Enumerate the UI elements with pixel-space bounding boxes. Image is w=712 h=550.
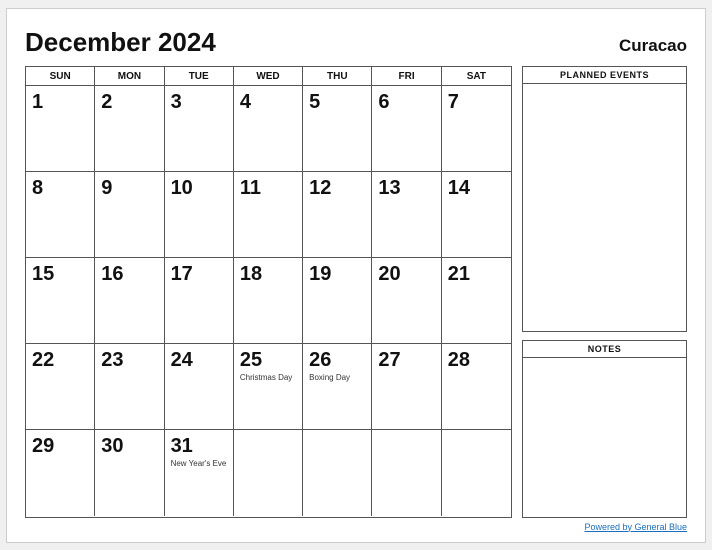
day-cell: 27 (372, 344, 441, 430)
day-number: 29 (32, 435, 88, 457)
day-cell: 8 (26, 172, 95, 258)
calendar-section: SUNMONTUEWEDTHUFRISAT 123456789101112131… (25, 66, 512, 518)
day-cell: 4 (234, 86, 303, 172)
footer-link[interactable]: Powered by General Blue (584, 522, 687, 532)
day-cell: 29 (26, 430, 95, 516)
day-cell: 10 (165, 172, 234, 258)
day-event: New Year's Eve (171, 459, 227, 469)
day-headers: SUNMONTUEWEDTHUFRISAT (26, 67, 511, 86)
day-cell: 21 (442, 258, 511, 344)
planned-events-box: PLANNED EVENTS (522, 66, 687, 332)
day-cell: 25 Christmas Day (234, 344, 303, 430)
day-number: 30 (101, 435, 157, 457)
day-cell (442, 430, 511, 516)
day-header: FRI (372, 67, 441, 85)
day-cell: 7 (442, 86, 511, 172)
day-number: 18 (240, 263, 296, 285)
day-number: 31 (171, 435, 227, 457)
day-number: 11 (240, 177, 296, 199)
day-cell: 17 (165, 258, 234, 344)
day-number: 26 (309, 349, 365, 371)
day-number: 15 (32, 263, 88, 285)
notes-title: NOTES (523, 341, 686, 358)
location: Curacao (619, 36, 687, 56)
day-cell: 12 (303, 172, 372, 258)
day-number: 21 (448, 263, 505, 285)
day-cell: 23 (95, 344, 164, 430)
day-cell: 14 (442, 172, 511, 258)
day-event: Boxing Day (309, 373, 365, 383)
day-cell: 1 (26, 86, 95, 172)
day-number: 5 (309, 91, 365, 113)
page: December 2024 Curacao SUNMONTUEWEDTHUFRI… (6, 8, 706, 543)
day-cell (372, 430, 441, 516)
planned-events-title: PLANNED EVENTS (523, 67, 686, 84)
day-number: 17 (171, 263, 227, 285)
day-cell: 15 (26, 258, 95, 344)
day-header: SAT (442, 67, 511, 85)
footer: Powered by General Blue (25, 522, 687, 532)
day-number: 13 (378, 177, 434, 199)
day-cell: 26 Boxing Day (303, 344, 372, 430)
day-cell: 19 (303, 258, 372, 344)
day-header: WED (234, 67, 303, 85)
main-area: SUNMONTUEWEDTHUFRISAT 123456789101112131… (25, 66, 687, 518)
day-cell: 9 (95, 172, 164, 258)
day-number: 16 (101, 263, 157, 285)
day-cell: 24 (165, 344, 234, 430)
day-number: 3 (171, 91, 227, 113)
day-number: 20 (378, 263, 434, 285)
day-header: THU (303, 67, 372, 85)
day-cell: 28 (442, 344, 511, 430)
day-cell (303, 430, 372, 516)
day-number: 23 (101, 349, 157, 371)
day-number: 6 (378, 91, 434, 113)
day-cell: 20 (372, 258, 441, 344)
day-number: 2 (101, 91, 157, 113)
day-number: 10 (171, 177, 227, 199)
day-number: 4 (240, 91, 296, 113)
day-cell (234, 430, 303, 516)
calendar-grid: 1234567891011121314151617181920212223242… (26, 86, 511, 517)
day-cell: 3 (165, 86, 234, 172)
day-cell: 11 (234, 172, 303, 258)
day-cell: 6 (372, 86, 441, 172)
day-number: 7 (448, 91, 505, 113)
day-header: MON (95, 67, 164, 85)
day-number: 25 (240, 349, 296, 371)
day-cell: 22 (26, 344, 95, 430)
day-cell: 31 New Year's Eve (165, 430, 234, 516)
side-section: PLANNED EVENTS NOTES (522, 66, 687, 518)
day-header: TUE (165, 67, 234, 85)
month-title: December 2024 (25, 27, 216, 58)
day-cell: 2 (95, 86, 164, 172)
day-header: SUN (26, 67, 95, 85)
day-event: Christmas Day (240, 373, 296, 383)
day-number: 1 (32, 91, 88, 113)
planned-events-content (523, 84, 686, 331)
day-number: 24 (171, 349, 227, 371)
day-number: 8 (32, 177, 88, 199)
day-number: 22 (32, 349, 88, 371)
day-cell: 13 (372, 172, 441, 258)
day-number: 9 (101, 177, 157, 199)
day-number: 28 (448, 349, 505, 371)
day-number: 14 (448, 177, 505, 199)
day-cell: 16 (95, 258, 164, 344)
day-cell: 5 (303, 86, 372, 172)
day-number: 19 (309, 263, 365, 285)
day-number: 27 (378, 349, 434, 371)
day-number: 12 (309, 177, 365, 199)
day-cell: 18 (234, 258, 303, 344)
notes-box: NOTES (522, 340, 687, 518)
notes-content (523, 358, 686, 517)
header: December 2024 Curacao (25, 27, 687, 58)
day-cell: 30 (95, 430, 164, 516)
